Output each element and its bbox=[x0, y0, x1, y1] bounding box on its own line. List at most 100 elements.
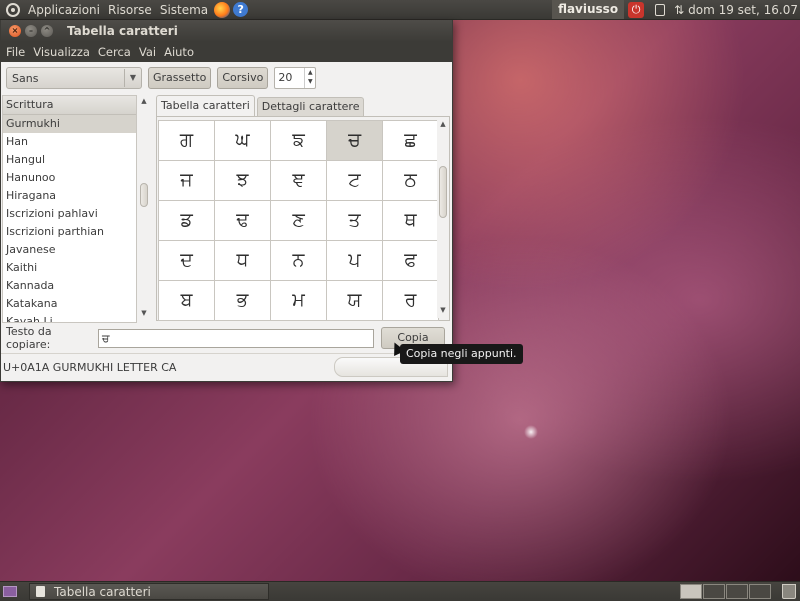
character-cell[interactable]: ਞ bbox=[271, 161, 327, 201]
taskbar-item-charmap[interactable]: Tabella caratteri bbox=[29, 583, 269, 600]
script-list-header[interactable]: Scrittura bbox=[3, 96, 136, 115]
show-desktop-icon[interactable] bbox=[3, 586, 17, 597]
list-item[interactable]: Javanese bbox=[3, 241, 136, 259]
character-cell[interactable]: ਣ bbox=[271, 201, 327, 241]
character-cell[interactable]: ਯ bbox=[327, 281, 383, 321]
character-cell[interactable]: ਟ bbox=[327, 161, 383, 201]
bold-toggle-button[interactable]: Grassetto bbox=[148, 67, 212, 89]
list-item[interactable]: Iscrizioni parthian bbox=[3, 223, 136, 241]
character-cell[interactable]: ਤ bbox=[327, 201, 383, 241]
copy-text-label: Testo da copiare: bbox=[6, 325, 52, 351]
scroll-down-icon[interactable]: ▼ bbox=[437, 306, 449, 314]
menu-visualizza[interactable]: Visualizza bbox=[29, 45, 94, 59]
character-cell[interactable]: ਬ bbox=[159, 281, 215, 321]
title-bar[interactable]: × – ^ Tabella caratteri bbox=[1, 20, 452, 42]
ubuntu-logo-icon[interactable] bbox=[6, 2, 20, 17]
list-item[interactable]: Hiragana bbox=[3, 187, 136, 205]
status-text: U+0A1A GURMUKHI LETTER CA bbox=[3, 360, 177, 374]
character-cell[interactable]: ਠ bbox=[383, 161, 439, 201]
list-item[interactable]: Kaithi bbox=[3, 259, 136, 277]
font-size-value[interactable]: 20 bbox=[275, 68, 304, 88]
font-family-select[interactable]: Sans ▼ bbox=[6, 67, 142, 89]
battery-icon[interactable] bbox=[655, 3, 666, 16]
taskbar-item-label: Tabella caratteri bbox=[54, 584, 151, 599]
character-cell[interactable]: ਭ bbox=[215, 281, 271, 321]
character-cell[interactable]: ਪ bbox=[327, 241, 383, 281]
charmap-window: × – ^ Tabella caratteri File Visualizza … bbox=[0, 20, 453, 382]
menu-risorse[interactable]: Risorse bbox=[104, 3, 156, 17]
workspace-2[interactable] bbox=[703, 584, 725, 599]
status-bar: U+0A1A GURMUKHI LETTER CA bbox=[1, 353, 450, 380]
power-icon[interactable]: ⏻ bbox=[628, 1, 645, 18]
menu-applicazioni[interactable]: Applicazioni bbox=[24, 3, 104, 17]
window-title: Tabella caratteri bbox=[67, 24, 178, 38]
tab-character-table[interactable]: Tabella caratteri bbox=[156, 95, 255, 116]
copy-text-input[interactable]: ਚ bbox=[98, 328, 374, 348]
menu-bar: File Visualizza Cerca Vai Aiuto bbox=[1, 42, 452, 62]
scroll-up-icon[interactable]: ▲ bbox=[437, 120, 449, 128]
list-item[interactable]: Iscrizioni pahlavi bbox=[3, 205, 136, 223]
clock[interactable]: dom 19 set, 16.07 bbox=[688, 3, 800, 17]
menu-vai[interactable]: Vai bbox=[135, 45, 160, 59]
grid-scrollbar[interactable]: ▲ ▼ bbox=[437, 118, 449, 318]
minimize-icon[interactable]: – bbox=[25, 25, 37, 37]
copy-tooltip: Copia negli appunti. bbox=[400, 344, 523, 364]
font-size-stepper[interactable]: 20 ▲ ▼ bbox=[274, 67, 317, 89]
network-icon[interactable]: ⇅ bbox=[674, 3, 684, 17]
menu-sistema[interactable]: Sistema bbox=[156, 3, 212, 17]
top-panel: Applicazioni Risorse Sistema ? flaviusso… bbox=[0, 0, 800, 20]
menu-cerca[interactable]: Cerca bbox=[94, 45, 135, 59]
character-cell[interactable]: ਥ bbox=[383, 201, 439, 241]
scrollbar-thumb[interactable] bbox=[439, 166, 447, 218]
charmap-app-icon bbox=[36, 586, 45, 597]
list-item[interactable]: Gurmukhi bbox=[3, 115, 136, 133]
character-cell[interactable]: ਙ bbox=[271, 121, 327, 161]
character-cell[interactable]: ਛ bbox=[383, 121, 439, 161]
list-item[interactable]: Kannada bbox=[3, 277, 136, 295]
list-item[interactable]: Hangul bbox=[3, 151, 136, 169]
user-name[interactable]: flaviusso bbox=[552, 0, 625, 19]
bottom-panel: Tabella caratteri bbox=[0, 581, 800, 601]
character-cell[interactable]: ਚ bbox=[327, 121, 383, 161]
character-cell[interactable]: ਫ bbox=[383, 241, 439, 281]
scroll-up-icon[interactable]: ▲ bbox=[138, 97, 150, 105]
scroll-down-icon[interactable]: ▼ bbox=[138, 309, 150, 317]
wallpaper-glow bbox=[524, 425, 538, 439]
chevron-down-icon[interactable]: ▼ bbox=[124, 69, 141, 87]
character-grid: ਗਘਙਚਛ ਜਝਞਟਠ ਡਢਣਤਥ ਦਧਨਪਫ ਬਭਮਯਰ bbox=[158, 120, 439, 321]
menu-aiuto[interactable]: Aiuto bbox=[160, 45, 198, 59]
list-item[interactable]: Hanunoo bbox=[3, 169, 136, 187]
scrollbar-thumb[interactable] bbox=[140, 183, 148, 207]
trash-icon[interactable] bbox=[782, 584, 796, 599]
stepper-arrows-icon[interactable]: ▲ ▼ bbox=[304, 68, 315, 88]
character-cell[interactable]: ਰ bbox=[383, 281, 439, 321]
tab-character-details[interactable]: Dettagli carattere bbox=[256, 97, 365, 116]
firefox-launcher-icon[interactable] bbox=[214, 1, 231, 18]
tab-bar: Tabella caratteri Dettagli carattere bbox=[156, 95, 366, 116]
menu-file[interactable]: File bbox=[1, 45, 29, 59]
toolbar: Sans ▼ Grassetto Corsivo 20 ▲ ▼ bbox=[1, 62, 452, 94]
script-list-scrollbar[interactable]: ▲ ▼ bbox=[138, 95, 150, 323]
character-cell[interactable]: ਡ bbox=[159, 201, 215, 241]
character-cell[interactable]: ਝ bbox=[215, 161, 271, 201]
character-cell[interactable]: ਢ bbox=[215, 201, 271, 241]
character-cell[interactable]: ਗ bbox=[159, 121, 215, 161]
workspace-3[interactable] bbox=[726, 584, 748, 599]
list-item[interactable]: Kayah Li bbox=[3, 313, 136, 322]
character-cell[interactable]: ਜ bbox=[159, 161, 215, 201]
script-list: Scrittura Gurmukhi Han Hangul Hanunoo Hi… bbox=[2, 95, 137, 323]
list-item[interactable]: Han bbox=[3, 133, 136, 151]
workspace-4[interactable] bbox=[749, 584, 771, 599]
character-cell[interactable]: ਘ bbox=[215, 121, 271, 161]
italic-toggle-button[interactable]: Corsivo bbox=[217, 67, 269, 89]
workspace-1[interactable] bbox=[680, 584, 702, 599]
character-cell[interactable]: ਦ bbox=[159, 241, 215, 281]
help-icon[interactable]: ? bbox=[233, 2, 249, 17]
character-cell[interactable]: ਮ bbox=[271, 281, 327, 321]
character-cell[interactable]: ਨ bbox=[271, 241, 327, 281]
maximize-icon[interactable]: ^ bbox=[41, 25, 53, 37]
close-icon[interactable]: × bbox=[9, 25, 21, 37]
character-cell[interactable]: ਧ bbox=[215, 241, 271, 281]
character-table-panel: ਗਘਙਚਛ ਜਝਞਟਠ ਡਢਣਤਥ ਦਧਨਪਫ ਬਭਮਯਰ ▲ ▼ bbox=[156, 116, 450, 321]
list-item[interactable]: Katakana bbox=[3, 295, 136, 313]
